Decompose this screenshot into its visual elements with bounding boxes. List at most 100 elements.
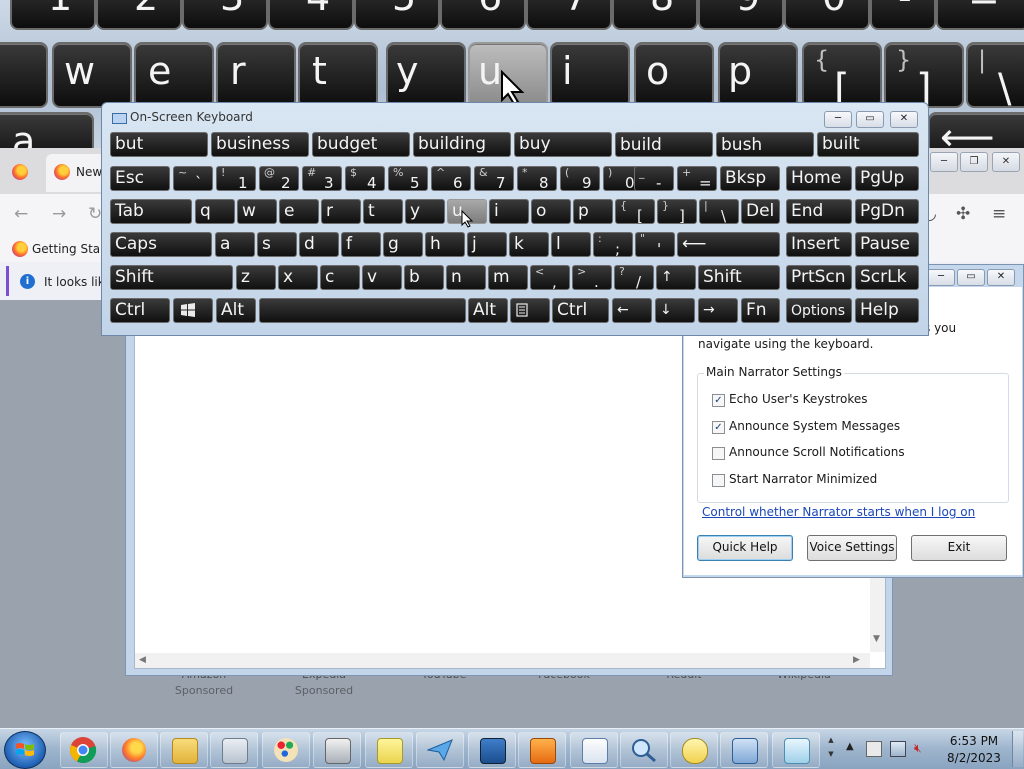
- key-4[interactable]: $4: [345, 166, 385, 191]
- key-esc[interactable]: Esc: [110, 166, 170, 191]
- key-right-arrow[interactable]: →: [698, 298, 738, 323]
- key-pgdn[interactable]: PgDn: [855, 199, 919, 224]
- key-quote[interactable]: " ': [635, 232, 675, 257]
- taskbar-magnifier[interactable]: [620, 732, 668, 768]
- clock-time[interactable]: 6:53 PM: [946, 734, 1002, 748]
- key-comma[interactable]: <,: [530, 265, 570, 290]
- key-bksp[interactable]: Bksp: [720, 166, 780, 191]
- key-space[interactable]: [259, 298, 466, 323]
- key-del[interactable]: Del: [741, 199, 780, 224]
- key-home[interactable]: Home: [786, 166, 852, 191]
- key-i[interactable]: i: [489, 199, 529, 224]
- key-a[interactable]: a: [215, 232, 255, 257]
- key-menu[interactable]: [510, 298, 550, 323]
- key-alt-left[interactable]: Alt: [216, 298, 256, 323]
- taskbar-media[interactable]: [518, 732, 566, 768]
- scroll-right-icon[interactable]: ▶: [853, 655, 860, 665]
- prediction-built[interactable]: built: [817, 132, 919, 157]
- key-f[interactable]: f: [341, 232, 381, 257]
- key-scrlk[interactable]: ScrLk: [855, 265, 919, 290]
- narrator-maximize-button[interactable]: ▭: [957, 269, 985, 286]
- taskbar-fax[interactable]: [313, 732, 361, 768]
- key-z[interactable]: z: [236, 265, 276, 290]
- tray-volume-icon[interactable]: 🔇︎: [914, 741, 928, 755]
- key-6[interactable]: ^ 6: [431, 166, 471, 191]
- prediction-build[interactable]: build: [615, 132, 713, 157]
- key-s[interactable]: s: [257, 232, 297, 257]
- announce-scroll-label[interactable]: Announce Scroll Notifications: [729, 445, 905, 459]
- key-r[interactable]: r: [321, 199, 361, 224]
- taskbar-notepad[interactable]: [772, 732, 820, 768]
- taskbar-paint[interactable]: [262, 732, 310, 768]
- echo-keystrokes-label[interactable]: Echo User's Keystrokes: [729, 392, 868, 406]
- key-b[interactable]: b: [404, 265, 444, 290]
- taskbar-on-screen-keyboard[interactable]: [720, 732, 768, 768]
- key-w[interactable]: w: [237, 199, 277, 224]
- taskbar-sticky-notes[interactable]: [365, 732, 413, 768]
- key-7[interactable]: & 7: [474, 166, 514, 191]
- key-options[interactable]: Options: [786, 298, 852, 323]
- browser-close-button[interactable]: ✕: [992, 152, 1020, 172]
- prediction-bush[interactable]: bush: [716, 132, 814, 157]
- prediction-building[interactable]: building: [413, 132, 511, 157]
- key-ctrl-left[interactable]: Ctrl: [110, 298, 170, 323]
- key-enter[interactable]: ⟵: [677, 232, 780, 257]
- key-tab[interactable]: Tab: [110, 199, 192, 224]
- tray-expand-icon[interactable]: ▲: [846, 741, 860, 755]
- key-end[interactable]: End: [786, 199, 852, 224]
- tray-action-center-icon[interactable]: [866, 741, 882, 757]
- scroll-left-icon[interactable]: ◀: [139, 655, 146, 665]
- start-minimized-checkbox[interactable]: [712, 474, 725, 487]
- key-o[interactable]: o: [531, 199, 571, 224]
- browser-minimize-button[interactable]: ─: [930, 152, 958, 172]
- start-minimized-label[interactable]: Start Narrator Minimized: [729, 472, 877, 486]
- show-desktop-button[interactable]: [1012, 731, 1023, 767]
- firefox-menu-icon[interactable]: [12, 164, 28, 180]
- key-e[interactable]: e: [279, 199, 319, 224]
- key-5[interactable]: % 5: [388, 166, 428, 191]
- echo-keystrokes-checkbox[interactable]: ✓: [712, 394, 725, 407]
- voice-settings-button[interactable]: Voice Settings: [807, 535, 897, 561]
- announce-scroll-checkbox[interactable]: [712, 447, 725, 460]
- taskbar-calculator[interactable]: [210, 732, 258, 768]
- narrator-close-button[interactable]: ✕: [987, 269, 1015, 286]
- browser-restore-button[interactable]: ❐: [960, 152, 988, 172]
- key-help[interactable]: Help: [855, 298, 919, 323]
- narrator-minimize-button[interactable]: ─: [927, 269, 955, 286]
- key-slash[interactable]: ? /: [614, 265, 654, 290]
- prediction-business[interactable]: business: [211, 132, 309, 157]
- key-t[interactable]: t: [363, 199, 403, 224]
- key-x[interactable]: x: [278, 265, 318, 290]
- key-n[interactable]: n: [446, 265, 486, 290]
- key-y[interactable]: y: [405, 199, 445, 224]
- key-windows[interactable]: [173, 298, 213, 323]
- tray-network-icon[interactable]: [890, 741, 906, 757]
- taskbar-file-explorer[interactable]: [160, 732, 208, 768]
- start-button[interactable]: [4, 731, 46, 769]
- horizontal-scrollbar[interactable]: ◀ ▶: [135, 653, 870, 668]
- key-open-bracket[interactable]: {[: [615, 199, 655, 224]
- prediction-budget[interactable]: budget: [312, 132, 410, 157]
- key-9[interactable]: (9: [560, 166, 600, 191]
- announce-system-label[interactable]: Announce System Messages: [729, 419, 900, 433]
- browser-tab[interactable]: New: [46, 154, 106, 192]
- key-pgup[interactable]: PgUp: [855, 166, 919, 191]
- key-period[interactable]: >.: [572, 265, 612, 290]
- key-pause[interactable]: Pause: [855, 232, 919, 257]
- key-k[interactable]: k: [509, 232, 549, 257]
- key-c[interactable]: c: [320, 265, 360, 290]
- exit-button[interactable]: Exit: [911, 535, 1007, 561]
- taskbar-firefox[interactable]: [110, 732, 158, 768]
- key-d[interactable]: d: [299, 232, 339, 257]
- taskbar-chrome[interactable]: [60, 732, 108, 768]
- key-v[interactable]: v: [362, 265, 402, 290]
- key-shift-right[interactable]: Shift: [698, 265, 780, 290]
- taskbar-remote-desktop[interactable]: [468, 732, 516, 768]
- key-alt-right[interactable]: Alt: [468, 298, 508, 323]
- key-q[interactable]: q: [195, 199, 235, 224]
- key-close-bracket[interactable]: }]: [657, 199, 697, 224]
- extensions-icon[interactable]: ✣: [956, 204, 970, 224]
- key-m[interactable]: m: [488, 265, 528, 290]
- narrator-logon-link[interactable]: Control whether Narrator starts when I l…: [702, 505, 975, 519]
- prediction-but[interactable]: but: [110, 132, 208, 157]
